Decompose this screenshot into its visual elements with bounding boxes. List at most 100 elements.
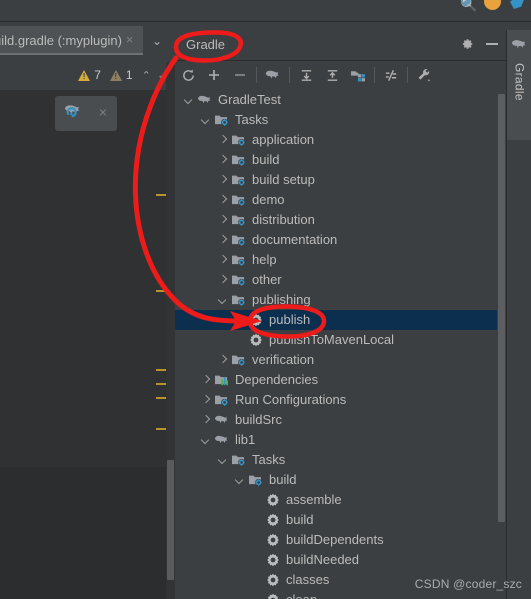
- gradle-task-icon: [248, 312, 264, 328]
- expand-all-button[interactable]: [293, 62, 319, 88]
- chevron-right-icon[interactable]: [217, 195, 228, 206]
- tree-scrollbar-thumb[interactable]: [498, 94, 505, 522]
- tree-row-build[interactable]: build: [175, 470, 497, 490]
- gear-icon[interactable]: [460, 37, 474, 51]
- close-icon[interactable]: ×: [99, 105, 107, 119]
- tree-row-application[interactable]: application: [175, 130, 497, 150]
- tool-window-header-actions: [460, 37, 498, 51]
- tree-row-build[interactable]: build: [175, 510, 497, 530]
- unlink-gradle-project-button[interactable]: [227, 62, 253, 88]
- gradle-tool-window: Gradle GradleTest Tasks application buil…: [175, 30, 506, 599]
- tree-row-other[interactable]: other: [175, 270, 497, 290]
- tree-row-label: Dependencies: [235, 372, 319, 387]
- editor-pane[interactable]: 7 1 ⌃ ✓: [0, 62, 175, 599]
- tree-row-label: help: [252, 252, 277, 267]
- tree-row-label: buildNeeded: [286, 552, 360, 567]
- warning-icon: [78, 69, 91, 81]
- gradle-refresh-icon[interactable]: [63, 102, 83, 125]
- tree-row-lib1[interactable]: lib1: [175, 430, 497, 450]
- tree-row-tasks[interactable]: Tasks: [175, 110, 497, 130]
- chevron-right-icon[interactable]: [200, 395, 211, 406]
- toolbar-divider: [374, 67, 375, 83]
- tree-row-label: clean: [286, 590, 317, 599]
- tree-row-label: distribution: [252, 212, 315, 227]
- tree-row-label: Tasks: [235, 112, 269, 127]
- search-icon[interactable]: 🔍: [460, 0, 477, 12]
- tree-row-tasks[interactable]: Tasks: [175, 450, 497, 470]
- editor-tab-build-gradle[interactable]: uild.gradle (:myplugin) ×: [0, 26, 143, 55]
- tree-row-label: classes: [286, 572, 330, 587]
- close-icon[interactable]: ×: [123, 33, 136, 46]
- minimize-icon[interactable]: [486, 43, 498, 45]
- group-tasks-button[interactable]: [345, 62, 371, 88]
- chevron-down-icon[interactable]: [200, 435, 211, 446]
- chevron-right-icon[interactable]: [217, 175, 228, 186]
- tree-row-demo[interactable]: demo: [175, 190, 497, 210]
- task-folder-icon: [214, 112, 230, 128]
- tree-row-label: build: [286, 512, 314, 527]
- chevron-down-icon[interactable]: [183, 95, 194, 106]
- tree-row-gradletest[interactable]: GradleTest: [175, 90, 497, 110]
- refresh-all-gradle-projects-button[interactable]: [175, 62, 201, 88]
- toggle-offline-mode-button[interactable]: [378, 62, 404, 88]
- tree-row-label: publish: [269, 312, 311, 327]
- tree-row-help[interactable]: help: [175, 250, 497, 270]
- gradle-tool-window-header: Gradle: [175, 30, 506, 61]
- tree-row-builddependents[interactable]: buildDependents: [175, 530, 497, 550]
- collapse-all-button[interactable]: [319, 62, 345, 88]
- inspection-widget[interactable]: 7 1 ⌃ ✓: [78, 68, 167, 82]
- tree-row-documentation[interactable]: documentation: [175, 230, 497, 250]
- chevron-right-icon[interactable]: [217, 135, 228, 146]
- notification-icon[interactable]: [510, 0, 526, 9]
- tree-row-label: other: [252, 272, 282, 287]
- chevron-right-icon[interactable]: [200, 375, 211, 386]
- tree-row-publishing[interactable]: publishing: [175, 290, 497, 310]
- tree-row-clean[interactable]: clean: [175, 590, 497, 599]
- chevron-right-icon[interactable]: [217, 235, 228, 246]
- tree-row-buildneeded[interactable]: buildNeeded: [175, 550, 497, 570]
- task-folder-icon: [214, 392, 230, 408]
- task-folder-icon: [231, 152, 247, 168]
- execute-gradle-task-button[interactable]: [260, 62, 286, 88]
- gradle-task-icon: [265, 492, 281, 508]
- tree-row-build[interactable]: build: [175, 150, 497, 170]
- gradle-toolbar: [175, 61, 506, 121]
- task-folder-icon: [231, 252, 247, 268]
- link-gradle-project-button[interactable]: [201, 62, 227, 88]
- editor-scrollbar-thumb[interactable]: [167, 460, 174, 580]
- tree-row-distribution[interactable]: distribution: [175, 210, 497, 230]
- chevron-right-icon[interactable]: [217, 255, 228, 266]
- build-tool-settings-button[interactable]: [411, 62, 437, 88]
- tree-row-assemble[interactable]: assemble: [175, 490, 497, 510]
- tree-row-publishtomavenlocal[interactable]: publishToMavenLocal: [175, 330, 497, 350]
- gradle-task-icon: [265, 592, 281, 599]
- tree-row-buildsrc[interactable]: buildSrc: [175, 410, 497, 430]
- chevron-down-icon[interactable]: [217, 455, 228, 466]
- user-avatar[interactable]: [484, 0, 501, 10]
- tree-row-dependencies[interactable]: Dependencies: [175, 370, 497, 390]
- tree-row-run-configurations[interactable]: Run Configurations: [175, 390, 497, 410]
- chevron-down-icon[interactable]: [217, 295, 228, 306]
- gradle-sync-notification[interactable]: ×: [55, 96, 117, 131]
- tree-row-verification[interactable]: verification: [175, 350, 497, 370]
- chevron-down-icon[interactable]: [234, 475, 245, 486]
- chevron-up-icon[interactable]: ⌃: [142, 69, 151, 82]
- right-bar-tab-gradle[interactable]: Gradle: [507, 30, 531, 140]
- chevron-right-icon[interactable]: [217, 215, 228, 226]
- chevron-right-icon[interactable]: [217, 155, 228, 166]
- chevron-down-icon[interactable]: [200, 115, 211, 126]
- task-folder-icon: [248, 472, 264, 488]
- chevron-right-icon[interactable]: [217, 275, 228, 286]
- chevron-right-icon[interactable]: [217, 355, 228, 366]
- gradle-task-tree[interactable]: GradleTest Tasks application build build set…: [175, 90, 497, 599]
- chevron-down-icon[interactable]: ⌄: [152, 34, 162, 48]
- dependencies-icon: [214, 372, 230, 388]
- tree-row-label: buildSrc: [235, 412, 282, 427]
- chevron-right-icon[interactable]: [200, 415, 211, 426]
- tree-row-publish[interactable]: publish: [175, 310, 497, 330]
- tree-row-build-setup[interactable]: build setup: [175, 170, 497, 190]
